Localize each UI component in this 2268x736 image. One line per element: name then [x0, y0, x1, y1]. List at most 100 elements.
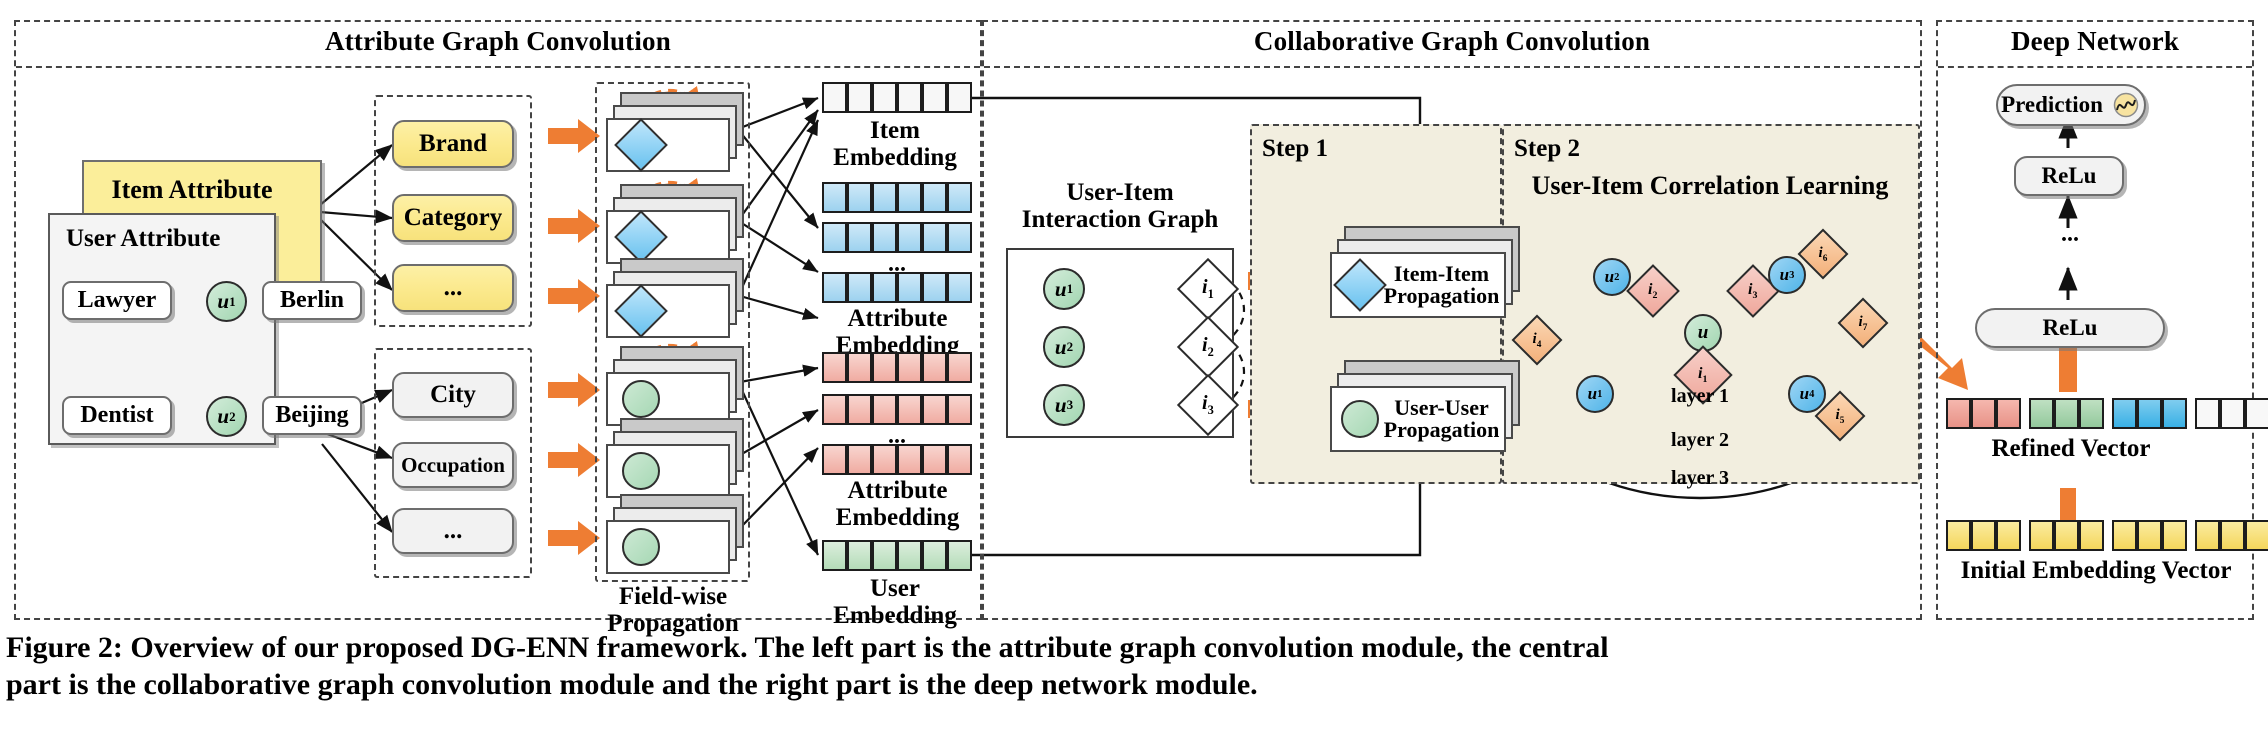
user-node-dentist-label: Dentist	[80, 402, 154, 428]
user-node-u2-sub: 2	[229, 408, 236, 424]
item-attribute-embedding-cells-2	[822, 222, 972, 253]
item-embedding-line2: Embedding	[833, 143, 957, 171]
correlation-node-center-u-label: u	[1697, 322, 1709, 343]
user-attribute-embedding-cells-2	[822, 394, 972, 425]
user-node-u1: u1	[206, 281, 247, 322]
stack-layer-front	[606, 210, 730, 264]
user-node-berlin: Berlin	[262, 281, 362, 320]
user-embedding-cells	[822, 540, 972, 571]
interaction-node-u2-label: u	[1054, 334, 1067, 359]
interaction-node-i1-label: i1	[1202, 275, 1214, 301]
deep-network-ellipsis: ...	[2061, 221, 2079, 247]
user-field-occupation: Occupation	[392, 442, 514, 488]
interaction-node-u3: u3	[1043, 384, 1085, 426]
interaction-node-u1-label: u	[1054, 276, 1067, 301]
correlation-node-u1-label: u	[1587, 384, 1598, 403]
relu-top-node: ReLu	[2014, 156, 2124, 196]
center-panel-title: Collaborative Graph Convolution	[1253, 26, 1651, 56]
user-node-beijing: Beijing	[262, 396, 362, 435]
interaction-node-u1-sub: 1	[1066, 281, 1074, 296]
stack-layer-front: User-User Propagation	[1330, 386, 1506, 452]
user-user-propagation-line2: Propagation	[1383, 417, 1500, 442]
correlation-node-i4-label: i4	[1532, 330, 1542, 350]
interaction-graph-line2: Interaction Graph	[1021, 205, 1219, 233]
correlation-node-u3-label: u	[1779, 265, 1790, 284]
user-field-more-label: ...	[443, 517, 463, 544]
step2-label: Step 2	[1514, 135, 1580, 162]
user-attribute-embedding-cells-1	[822, 352, 972, 383]
user-field-city-label: City	[430, 381, 476, 408]
item-field-brand-label: Brand	[418, 130, 488, 157]
refined-vector-cells	[1946, 398, 2268, 429]
attribute-embedding-line1b: Attribute	[847, 477, 948, 504]
user-node-lawyer: Lawyer	[62, 281, 172, 320]
correlation-node-u2: u2	[1593, 258, 1631, 296]
correlation-node-i7-label: i7	[1858, 313, 1868, 333]
stack-layer-front	[606, 444, 730, 498]
circle-icon	[622, 452, 660, 490]
item-field-more: ...	[392, 264, 514, 312]
item-embedding-line1: Item	[870, 117, 920, 144]
correlation-layer1-label: layer 1	[1671, 385, 1729, 407]
user-node-berlin-label: Berlin	[280, 287, 344, 313]
stack-layer-front	[606, 284, 730, 338]
interaction-node-u1: u1	[1043, 268, 1085, 310]
field-wise-propagation-line1: Field-wise	[618, 583, 728, 610]
interaction-node-u3-label: u	[1054, 392, 1067, 417]
item-field-stack-3	[606, 258, 744, 338]
item-item-propagation-line1: Item-Item	[1393, 260, 1490, 286]
sigmoid-curve-icon	[2113, 92, 2139, 118]
attribute-embedding-line2b: Embedding	[835, 503, 960, 531]
item-attribute-embedding-cells-1	[822, 182, 972, 213]
circle-icon	[622, 380, 660, 418]
refined-vector-label: Refined Vector	[1991, 435, 2151, 462]
diamond-icon	[614, 118, 668, 172]
initial-embedding-vector-label: Initial Embedding Vector	[1960, 557, 2232, 584]
diamond-icon	[614, 210, 668, 264]
interaction-graph-line1: User-Item	[1066, 179, 1174, 206]
user-embedding-line2: Embedding	[833, 601, 957, 629]
attribute-embedding-line1: Attribute	[847, 305, 948, 332]
correlation-node-i2-label: i2	[1648, 280, 1658, 302]
interaction-node-u2-sub: 2	[1066, 339, 1074, 354]
correlation-node-i5-label: i5	[1835, 406, 1845, 426]
user-field-more: ...	[392, 508, 514, 554]
figure-caption-line2: part is the collaborative graph convolut…	[6, 667, 1258, 701]
relu-bottom-node: ReLu	[1975, 308, 2165, 348]
user-node-u1-sub: 1	[229, 293, 236, 309]
correlation-layer2-label: layer 2	[1671, 429, 1729, 451]
prediction-node: Prediction	[1996, 84, 2146, 126]
circle-icon	[622, 528, 660, 566]
stack-layer-front	[606, 118, 730, 172]
step2-title: User-Item Correlation Learning	[1531, 171, 1889, 200]
user-user-propagation-line1: User-User	[1394, 394, 1489, 420]
correlation-node-u2-label: u	[1604, 267, 1615, 286]
correlation-node-u4-label: u	[1799, 384, 1810, 403]
right-panel-title: Deep Network	[2010, 26, 2180, 56]
figure-caption-line1: Figure 2: Overview of our proposed DG-EN…	[6, 631, 1609, 664]
item-attribute-embedding-cells-3	[822, 272, 972, 303]
item-field-brand: Brand	[392, 120, 514, 168]
correlation-node-u3: u3	[1768, 256, 1806, 294]
user-embedding-label: User Embedding	[800, 575, 990, 630]
stack-layer-front	[606, 520, 730, 574]
initial-embedding-vector-cells	[1946, 520, 2268, 551]
relu-top-label: ReLu	[2041, 163, 2097, 188]
item-field-stack-2	[606, 184, 744, 264]
item-item-propagation-card: Item-Item Propagation	[1330, 226, 1520, 318]
user-embedding-line1: User	[870, 575, 920, 602]
circle-icon	[1341, 400, 1379, 438]
user-node-u2-label: u	[217, 404, 230, 428]
interaction-node-i2-label: i2	[1202, 333, 1214, 359]
user-field-stack-3	[606, 494, 744, 574]
interaction-graph-label: User-Item Interaction Graph	[1000, 179, 1240, 234]
correlation-node-i3-label: i3	[1748, 280, 1758, 302]
correlation-node-u1: u1	[1576, 375, 1614, 413]
stack-layer-front: Item-Item Propagation	[1330, 252, 1506, 318]
item-field-stack-1	[606, 92, 744, 172]
user-attribute-label: User Attribute	[66, 225, 221, 252]
user-field-stack-2	[606, 418, 744, 498]
item-field-more-label: ...	[443, 274, 463, 301]
user-node-dentist: Dentist	[62, 396, 172, 435]
relu-bottom-label: ReLu	[2042, 315, 2098, 340]
